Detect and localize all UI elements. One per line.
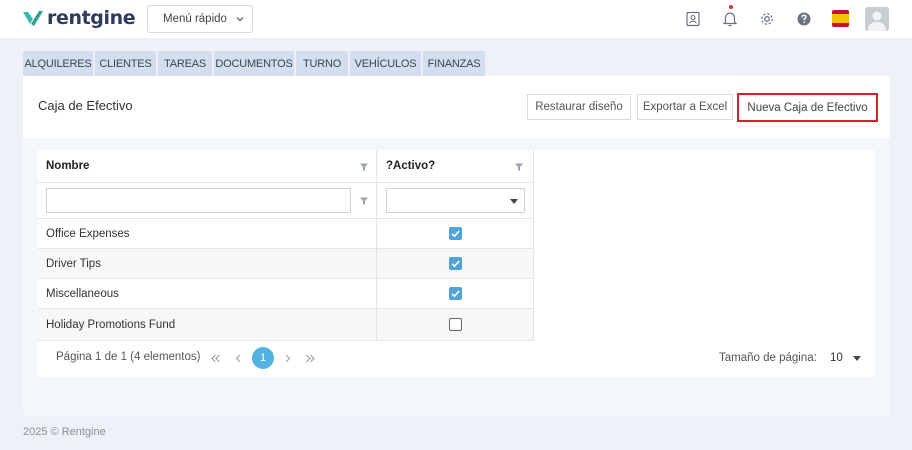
column-separator (376, 309, 377, 340)
column-separator (376, 249, 377, 278)
grid-border (533, 150, 534, 341)
bell-icon[interactable] (721, 10, 739, 28)
grid-header-row: Nombre ?Activo? (38, 150, 534, 183)
checkbox-checked[interactable] (449, 287, 462, 300)
caret-down-icon (510, 199, 518, 204)
grid-filter-row (38, 183, 534, 219)
page-size-select[interactable]: 10 (830, 352, 843, 364)
row-name: Driver Tips (46, 257, 101, 270)
last-page-icon[interactable] (305, 353, 316, 364)
logo-text: rentgine (47, 7, 136, 29)
prev-page-icon[interactable] (233, 353, 244, 364)
tab-alquileres[interactable]: ALQUILERES (23, 51, 95, 76)
contacts-icon[interactable] (684, 10, 702, 28)
logo[interactable]: rentgine (22, 7, 136, 29)
top-bar: rentgine Menú rápido (0, 0, 912, 38)
table-row[interactable]: Driver Tips (38, 249, 534, 279)
column-separator (376, 183, 377, 218)
new-cash-box-button[interactable]: Nueva Caja de Efectivo (737, 93, 878, 122)
spain-flag-icon[interactable] (832, 10, 849, 27)
checkbox-checked[interactable] (449, 227, 462, 240)
next-page-icon[interactable] (282, 353, 293, 364)
export-excel-button[interactable]: Exportar a Excel (637, 94, 733, 120)
quick-menu-dropdown[interactable]: Menú rápido (147, 5, 253, 33)
grid-card: Nombre ?Activo? Office Expenses Driver T… (38, 150, 874, 377)
filter-icon[interactable] (359, 196, 369, 206)
column-header-active[interactable]: ?Activo? (386, 150, 435, 182)
restore-layout-button[interactable]: Restaurar diseño (527, 94, 631, 120)
table-row[interactable]: Miscellaneous (38, 279, 534, 309)
page-size-label: Tamaño de página: (719, 352, 817, 364)
user-avatar-icon[interactable] (865, 7, 889, 31)
tab-vehiculos[interactable]: VEHÍCULOS (350, 51, 423, 76)
footer-copyright: 2025 © Rentgine (23, 426, 106, 438)
table-row[interactable]: Holiday Promotions Fund (38, 309, 534, 341)
tab-finanzas[interactable]: FINANZAS (423, 51, 487, 76)
gear-icon[interactable] (758, 10, 776, 28)
caret-down-icon[interactable] (853, 356, 861, 361)
checkbox-checked[interactable] (449, 257, 462, 270)
table-row[interactable]: Office Expenses (38, 219, 534, 249)
active-filter-select[interactable] (386, 188, 525, 213)
chevron-down-icon (236, 17, 244, 22)
tab-clientes[interactable]: CLIENTES (95, 51, 158, 76)
column-separator (376, 150, 377, 182)
checkbox-unchecked[interactable] (449, 318, 462, 331)
filter-icon[interactable] (514, 162, 524, 172)
name-filter-input[interactable] (46, 188, 351, 213)
main-panel: Caja de Efectivo Restaurar diseño Export… (23, 76, 890, 415)
row-name: Holiday Promotions Fund (46, 318, 176, 331)
panel-header: Caja de Efectivo Restaurar diseño Export… (23, 76, 890, 138)
first-page-icon[interactable] (210, 353, 221, 364)
rentgine-logo-icon (23, 11, 43, 26)
row-name: Miscellaneous (46, 287, 119, 300)
tab-documentos[interactable]: DOCUMENTOS (214, 51, 296, 76)
column-separator (376, 219, 377, 248)
current-page-button[interactable]: 1 (252, 347, 274, 369)
notification-dot (729, 5, 733, 9)
row-name: Office Expenses (46, 227, 130, 240)
pager-info: Página 1 de 1 (4 elementos) (56, 351, 201, 363)
column-header-name[interactable]: Nombre (46, 150, 89, 182)
tab-turno[interactable]: TURNO (296, 51, 350, 76)
column-separator (376, 279, 377, 308)
help-icon[interactable] (795, 10, 813, 28)
tab-tareas[interactable]: TAREAS (158, 51, 214, 76)
module-tabs: ALQUILERES CLIENTES TAREAS DOCUMENTOS TU… (23, 51, 487, 76)
page-title: Caja de Efectivo (38, 98, 133, 113)
quick-menu-label: Menú rápido (163, 13, 227, 25)
filter-icon[interactable] (359, 162, 369, 172)
